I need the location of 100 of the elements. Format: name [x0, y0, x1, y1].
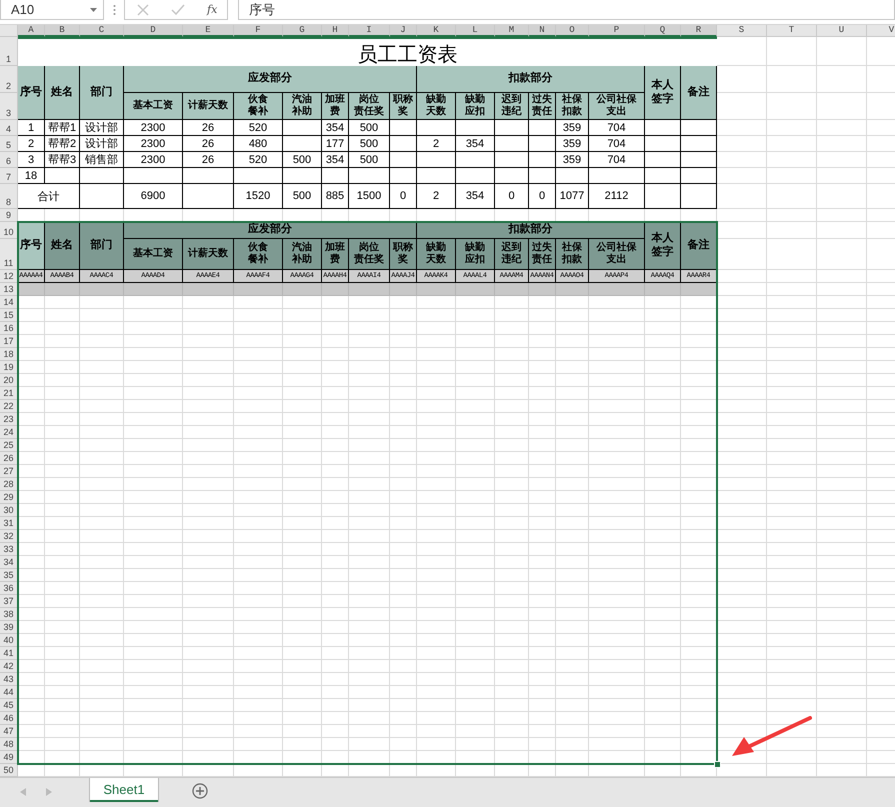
column-header[interactable]: K	[417, 25, 456, 37]
table-cell: 1500	[349, 184, 390, 209]
column-header[interactable]: A	[18, 25, 45, 37]
table-cell: 500	[283, 184, 322, 209]
row-header[interactable]: 33	[0, 543, 18, 556]
row-header[interactable]: 49	[0, 751, 18, 764]
row-header[interactable]: 6	[0, 152, 18, 168]
row-header[interactable]: 48	[0, 738, 18, 751]
row-header[interactable]: 25	[0, 439, 18, 452]
row-header[interactable]: 16	[0, 322, 18, 335]
row-header[interactable]: 1	[0, 37, 18, 66]
row-header[interactable]: 8	[0, 184, 18, 209]
row-header[interactable]: 44	[0, 686, 18, 699]
column-header[interactable]: U	[817, 25, 867, 37]
column-header[interactable]: E	[183, 25, 234, 37]
table-cell	[529, 168, 556, 184]
row-header[interactable]: 37	[0, 595, 18, 608]
row-header[interactable]: 50	[0, 764, 18, 777]
header-cell: 序号	[18, 222, 45, 270]
row-header[interactable]: 18	[0, 348, 18, 361]
more-icon[interactable]	[113, 4, 116, 16]
row-header[interactable]: 34	[0, 556, 18, 569]
row-header[interactable]: 5	[0, 136, 18, 152]
row-header[interactable]: 43	[0, 673, 18, 686]
check-icon[interactable]	[171, 4, 185, 16]
row-header[interactable]: 9	[0, 209, 18, 222]
row-header[interactable]: 24	[0, 426, 18, 439]
table-cell: 500	[349, 152, 390, 168]
row-header[interactable]: 17	[0, 335, 18, 348]
next-sheet-icon[interactable]	[46, 788, 52, 796]
row-header[interactable]: 21	[0, 387, 18, 400]
column-header[interactable]: S	[717, 25, 767, 37]
column-header[interactable]: P	[589, 25, 645, 37]
previous-sheet-icon[interactable]	[20, 788, 26, 796]
caret-icon	[90, 8, 97, 12]
add-sheet-icon[interactable]	[192, 783, 208, 799]
column-header[interactable]: H	[322, 25, 349, 37]
row-header[interactable]: 46	[0, 712, 18, 725]
row-header[interactable]: 22	[0, 400, 18, 413]
select-all-corner[interactable]	[0, 25, 18, 37]
row-header[interactable]: 41	[0, 647, 18, 660]
row-header[interactable]: 13	[0, 283, 18, 296]
row-header[interactable]: 27	[0, 465, 18, 478]
column-header[interactable]: M	[495, 25, 529, 37]
table-cell: 2300	[124, 136, 183, 152]
table-cell: 0	[529, 184, 556, 209]
name-box[interactable]: A10	[0, 0, 104, 20]
row-header[interactable]: 23	[0, 413, 18, 426]
row-header[interactable]: 31	[0, 517, 18, 530]
insert-function-button[interactable]: fx	[207, 3, 218, 16]
table-cell: 359	[556, 136, 589, 152]
row-header[interactable]: 38	[0, 608, 18, 621]
table-cell	[417, 152, 456, 168]
column-header[interactable]: N	[529, 25, 556, 37]
table-cell	[390, 168, 417, 184]
row-header[interactable]: 45	[0, 699, 18, 712]
column-header[interactable]: T	[767, 25, 817, 37]
header-cell: 伙食餐补	[234, 93, 283, 120]
row-header[interactable]: 20	[0, 374, 18, 387]
header-cell: 姓名	[45, 222, 80, 270]
column-header[interactable]: J	[390, 25, 417, 37]
row-header[interactable]: 3	[0, 93, 18, 120]
column-header[interactable]: D	[124, 25, 183, 37]
column-header[interactable]: Q	[645, 25, 681, 37]
row-header[interactable]: 47	[0, 725, 18, 738]
column-header[interactable]: F	[234, 25, 283, 37]
row-header[interactable]: 2	[0, 66, 18, 93]
column-header[interactable]: I	[349, 25, 390, 37]
formula-field[interactable]: 序号	[238, 0, 895, 20]
column-header[interactable]: O	[556, 25, 589, 37]
row-header[interactable]: 35	[0, 569, 18, 582]
row-header[interactable]: 30	[0, 504, 18, 517]
row-header[interactable]: 14	[0, 296, 18, 309]
row-header[interactable]: 42	[0, 660, 18, 673]
row-header[interactable]: 26	[0, 452, 18, 465]
table-cell	[529, 152, 556, 168]
row-header[interactable]: 40	[0, 634, 18, 647]
row-header[interactable]: 4	[0, 120, 18, 136]
row-header[interactable]: 11	[0, 239, 18, 270]
row-header[interactable]: 19	[0, 361, 18, 374]
column-header[interactable]: B	[45, 25, 80, 37]
cancel-icon[interactable]	[137, 4, 149, 16]
column-header[interactable]: L	[456, 25, 495, 37]
column-header[interactable]: R	[681, 25, 717, 37]
table-cell	[645, 152, 681, 168]
row-header[interactable]: 32	[0, 530, 18, 543]
row-header[interactable]: 36	[0, 582, 18, 595]
table-cell	[390, 152, 417, 168]
row-header[interactable]: 29	[0, 491, 18, 504]
column-header[interactable]: V	[867, 25, 895, 37]
row-header[interactable]: 12	[0, 270, 18, 283]
row-header[interactable]: 15	[0, 309, 18, 322]
column-header[interactable]: G	[283, 25, 322, 37]
row-header[interactable]: 10	[0, 222, 18, 239]
column-header[interactable]: C	[80, 25, 124, 37]
sheet-tab[interactable]: Sheet1	[90, 778, 158, 802]
row-header[interactable]: 28	[0, 478, 18, 491]
row-header[interactable]: 7	[0, 168, 18, 184]
fill-handle[interactable]	[714, 761, 721, 768]
row-header[interactable]: 39	[0, 621, 18, 634]
